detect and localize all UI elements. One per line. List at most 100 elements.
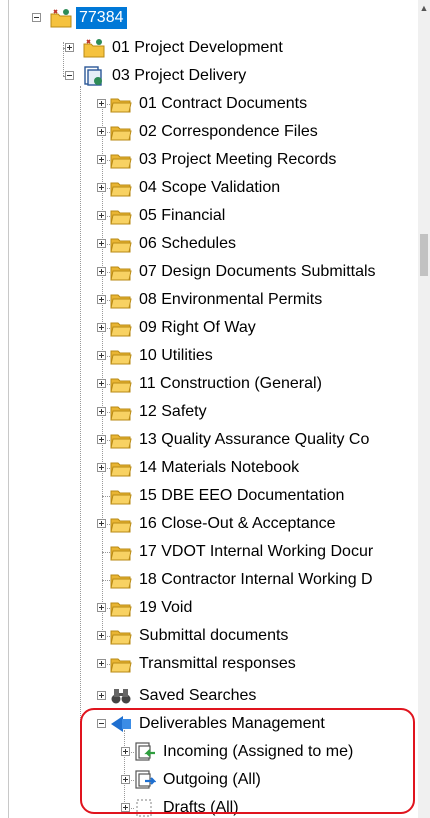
expand-toggle[interactable] [97, 631, 106, 640]
tree-node-folder[interactable]: Transmittal responses [97, 650, 299, 678]
expand-toggle[interactable] [97, 435, 106, 444]
folder-icon [110, 458, 132, 478]
tree-node-label: 09 Right Of Way [139, 319, 256, 336]
tree-node-folder[interactable]: 08 Environmental Permits [97, 286, 325, 314]
tree-node-folder[interactable]: 15 DBE EEO Documentation [110, 482, 347, 510]
tree-node-folder[interactable]: 05 Financial [97, 202, 228, 230]
tree-node-folder[interactable]: 06 Schedules [97, 230, 239, 258]
collapse-toggle[interactable] [97, 719, 106, 728]
tree-node-saved-searches[interactable]: Saved Searches [97, 682, 259, 710]
expand-toggle[interactable] [121, 747, 130, 756]
tree-line [102, 580, 110, 581]
tree-node-project-development[interactable]: 01 Project Development [65, 34, 286, 62]
tree-node-folder[interactable]: 11 Construction (General) [97, 370, 325, 398]
expand-toggle[interactable] [97, 351, 106, 360]
folder-icon [110, 542, 132, 562]
folder-icon [110, 178, 132, 198]
tree-node-root[interactable]: 77384 [32, 4, 127, 32]
folder-icon [110, 94, 132, 114]
tree-node-label: Transmittal responses [139, 655, 296, 672]
tree-node-label: 18 Contractor Internal Working D [139, 571, 373, 588]
tree-node-folder[interactable]: 18 Contractor Internal Working D [110, 566, 376, 594]
tree-node-label: 04 Scope Validation [139, 179, 281, 196]
folder-icon [110, 374, 132, 394]
expand-toggle[interactable] [97, 691, 106, 700]
outgoing-icon [134, 770, 156, 790]
tree-node-folder[interactable]: 17 VDOT Internal Working Docur [110, 538, 376, 566]
expand-toggle[interactable] [97, 603, 106, 612]
tree-node-label: Submittal documents [139, 627, 289, 644]
project-tree: 77384 01 Project Development 03 Project … [0, 0, 418, 818]
tree-node-folder[interactable]: 16 Close-Out & Acceptance [97, 510, 339, 538]
tree-line [124, 730, 125, 810]
collapse-toggle[interactable] [65, 71, 74, 80]
folder-icon [110, 626, 132, 646]
expand-toggle[interactable] [97, 323, 106, 332]
tree-node-label: 02 Correspondence Files [139, 123, 318, 140]
expand-toggle[interactable] [97, 295, 106, 304]
tree-node-label: 06 Schedules [139, 235, 236, 252]
expand-toggle[interactable] [97, 99, 106, 108]
folder-icon [110, 514, 132, 534]
expand-toggle[interactable] [97, 407, 106, 416]
tree-node-project-delivery[interactable]: 03 Project Delivery [65, 62, 249, 90]
tree-node-folder[interactable]: 04 Scope Validation [97, 174, 283, 202]
tree-node-folder[interactable]: 13 Quality Assurance Quality Co [97, 426, 372, 454]
tree-node-folder[interactable]: Submittal documents [97, 622, 291, 650]
expand-toggle[interactable] [97, 183, 106, 192]
vertical-scrollbar[interactable]: ▲ [418, 0, 430, 818]
tree-node-deliverable[interactable]: Outgoing (All) [121, 766, 264, 794]
expand-toggle[interactable] [97, 519, 106, 528]
expand-toggle[interactable] [97, 211, 106, 220]
tree-node-label: 12 Safety [139, 403, 207, 420]
expand-toggle[interactable] [97, 155, 106, 164]
tree-node-label: 19 Void [139, 599, 193, 616]
expand-toggle[interactable] [97, 463, 106, 472]
tree-node-folder[interactable]: 09 Right Of Way [97, 314, 259, 342]
collapse-toggle[interactable] [32, 13, 41, 22]
tree-node-folder[interactable]: 03 Project Meeting Records [97, 146, 339, 174]
folder-icon [110, 150, 132, 170]
project-folder-icon [83, 38, 105, 58]
tree-node-deliverables-management[interactable]: Deliverables Management [97, 710, 328, 738]
tree-node-label: 01 Project Development [112, 39, 283, 56]
folder-icon [110, 486, 132, 506]
incoming-icon [134, 742, 156, 762]
tree-node-folder[interactable]: 12 Safety [97, 398, 210, 426]
expand-toggle[interactable] [121, 775, 130, 784]
binoculars-icon [110, 686, 132, 706]
folder-icon [110, 654, 132, 674]
tree-node-label: 13 Quality Assurance Quality Co [139, 431, 370, 448]
tree-node-folder[interactable]: 02 Correspondence Files [97, 118, 321, 146]
expand-toggle[interactable] [97, 267, 106, 276]
folder-icon [110, 122, 132, 142]
tree-line [102, 496, 110, 497]
folder-icon [110, 206, 132, 226]
tree-node-folder[interactable]: 07 Design Documents Submittals [97, 258, 379, 286]
folder-icon [110, 570, 132, 590]
tree-node-deliverable[interactable]: Drafts (All) [121, 794, 242, 818]
tree-node-deliverable[interactable]: Incoming (Assigned to me) [121, 738, 356, 766]
tree-node-folder[interactable]: 19 Void [97, 594, 195, 622]
scroll-thumb[interactable] [420, 234, 428, 276]
tree-line [80, 86, 81, 726]
expand-toggle[interactable] [97, 239, 106, 248]
tree-node-folder[interactable]: 14 Materials Notebook [97, 454, 302, 482]
tree-node-label: 05 Financial [139, 207, 226, 224]
tree-node-folder[interactable]: 01 Contract Documents [97, 90, 310, 118]
expand-toggle[interactable] [97, 127, 106, 136]
expand-toggle[interactable] [65, 43, 74, 52]
tree-node-folder[interactable]: 10 Utilities [97, 342, 216, 370]
project-root-icon [50, 8, 72, 28]
tree-node-label: 11 Construction (General) [139, 375, 322, 392]
tree-node-label: 08 Environmental Permits [139, 291, 323, 308]
scroll-up-arrow-icon[interactable]: ▲ [418, 0, 430, 16]
tree-node-label: 10 Utilities [139, 347, 213, 364]
tree-node-label: Incoming (Assigned to me) [163, 743, 354, 760]
expand-toggle[interactable] [97, 379, 106, 388]
expand-toggle[interactable] [97, 659, 106, 668]
tree-node-label: 07 Design Documents Submittals [139, 263, 376, 280]
expand-toggle[interactable] [121, 803, 130, 812]
tree-node-label: 03 Project Delivery [112, 67, 247, 84]
tree-node-label: 03 Project Meeting Records [139, 151, 337, 168]
